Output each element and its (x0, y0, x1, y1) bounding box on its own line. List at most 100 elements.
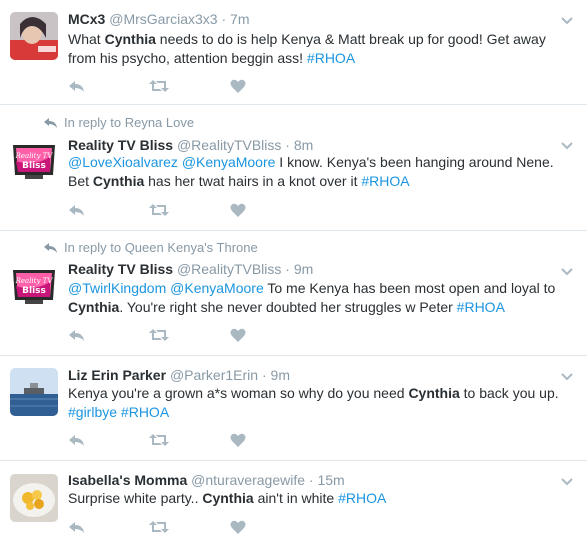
highlighted-term: Cynthia (92, 173, 145, 189)
reply-arrow-icon[interactable] (68, 78, 86, 99)
heart-icon[interactable] (230, 432, 246, 453)
text-segment: Kenya you're a grown a*s woman so why do… (68, 385, 409, 401)
hashtag-link[interactable]: #RHOA (361, 173, 409, 189)
logo-text-bottom: Bliss (22, 161, 46, 171)
timestamp[interactable]: 9m (294, 261, 313, 277)
tweet-header: Liz Erin Parker @Parker1Erin · 9m (68, 367, 290, 383)
user-handle[interactable]: @RealityTVBliss (177, 137, 281, 153)
display-name[interactable]: Liz Erin Parker (68, 367, 166, 383)
reality-tv-bliss-logo[interactable]: Reality TV Bliss (10, 137, 58, 185)
reply-context-arrow-icon (44, 240, 64, 255)
tweet-text-line: Surprise white party.. Cynthia ain't in … (68, 489, 578, 508)
tweet-text-line: Cynthia. You're right she never doubted … (68, 298, 578, 317)
tweet-text-line: Bet Cynthia has her twat hairs in a knot… (68, 172, 578, 191)
timestamp[interactable]: 9m (271, 367, 290, 383)
tweet-header: Reality TV Bliss @RealityTVBliss · 8m (68, 137, 313, 153)
tweet-text: What Cynthia needs to do is help Kenya &… (68, 30, 578, 68)
tweet-text-line: #girlbye #RHOA (68, 403, 578, 422)
timestamp[interactable]: 8m (294, 137, 313, 153)
food-plate-avatar[interactable] (10, 474, 58, 522)
mention-link[interactable]: @KenyaMoore (170, 280, 264, 296)
tweet[interactable]: In reply to Reyna Love Reality TV Bliss … (0, 105, 587, 231)
tweet-feed: MCx3 @MrsGarciax3x3 · 7m What Cynthia ne… (0, 0, 587, 543)
chevron-down-icon[interactable] (561, 137, 573, 155)
retweet-icon[interactable] (148, 432, 170, 453)
user-handle[interactable]: @Parker1Erin (170, 367, 258, 383)
separator-dot: · (261, 367, 267, 383)
text-segment: To me Kenya has been most open and loyal… (263, 280, 556, 296)
reply-context[interactable]: In reply to Reyna Love (44, 115, 194, 130)
display-name[interactable]: Isabella's Momma (68, 472, 187, 488)
chevron-down-icon[interactable] (561, 473, 573, 491)
display-name[interactable]: MCx3 (68, 11, 105, 27)
text-segment: Surprise white party.. (68, 490, 203, 506)
mention-link[interactable]: @TwirlKingdom (68, 280, 166, 296)
reality-tv-bliss-logo[interactable]: Reality TV Bliss (10, 262, 58, 310)
separator-dot: · (285, 137, 290, 153)
chevron-down-icon[interactable] (561, 368, 573, 386)
chevron-down-icon[interactable] (561, 263, 573, 281)
timestamp[interactable]: 15m (317, 472, 344, 488)
tweet[interactable]: MCx3 @MrsGarciax3x3 · 7m What Cynthia ne… (0, 0, 587, 105)
tweet-text: Kenya you're a grown a*s woman so why do… (68, 384, 578, 422)
text-segment: ain't in white (253, 490, 339, 506)
heart-icon[interactable] (230, 202, 246, 223)
tweet-text-line: from his psycho, attention beggin ass! #… (68, 49, 578, 68)
reply-arrow-icon[interactable] (68, 432, 86, 453)
reply-arrow-icon[interactable] (68, 327, 86, 348)
highlighted-term: Cynthia (68, 299, 120, 315)
mention-link[interactable]: @KenyaMoore (182, 154, 276, 170)
hashtag-link[interactable]: #RHOA (121, 404, 169, 420)
separator-dot: · (221, 11, 227, 27)
highlighted-term: Cynthia (104, 31, 156, 47)
hashtag-link[interactable]: #RHOA (307, 50, 355, 66)
text-segment: What (68, 31, 105, 47)
tweet-text-line: @TwirlKingdom @KenyaMoore To me Kenya ha… (68, 279, 578, 298)
text-segment: needs to do is help Kenya & Matt break u… (155, 31, 546, 47)
tweet-text-line: Kenya you're a grown a*s woman so why do… (68, 384, 578, 403)
highlighted-term: Cynthia (408, 385, 460, 401)
tweet[interactable]: In reply to Queen Kenya's Throne Reality… (0, 231, 587, 356)
reply-context-text[interactable]: In reply to Reyna Love (64, 115, 194, 130)
reply-context-arrow-icon (44, 115, 64, 130)
highlighted-term: Cynthia (202, 490, 254, 506)
tweet-header: MCx3 @MrsGarciax3x3 · 7m (68, 11, 250, 27)
user-avatar[interactable] (10, 12, 58, 60)
heart-icon[interactable] (230, 78, 246, 99)
ship-photo-avatar[interactable] (10, 368, 58, 416)
hashtag-link[interactable]: #girlbye (68, 404, 117, 420)
reply-arrow-icon[interactable] (68, 202, 86, 223)
retweet-icon[interactable] (148, 519, 170, 540)
hashtag-link[interactable]: #RHOA (338, 490, 386, 506)
mention-link[interactable]: @LoveXioalvarez (68, 154, 178, 170)
tweet[interactable]: Liz Erin Parker @Parker1Erin · 9m Kenya … (0, 356, 587, 461)
heart-icon[interactable] (230, 327, 246, 348)
tweet[interactable]: Isabella's Momma @nturaveragewife · 15m … (0, 461, 587, 543)
text-segment: . You're right she never doubted her str… (119, 299, 457, 315)
timestamp[interactable]: 7m (230, 11, 249, 27)
logo-text-top: Reality TV (15, 152, 54, 160)
hashtag-link[interactable]: #RHOA (457, 299, 505, 315)
display-name[interactable]: Reality TV Bliss (68, 137, 173, 153)
user-handle[interactable]: @RealityTVBliss (177, 261, 281, 277)
retweet-icon[interactable] (148, 327, 170, 348)
user-handle[interactable]: @MrsGarciax3x3 (109, 11, 217, 27)
retweet-icon[interactable] (148, 78, 170, 99)
reply-context-text[interactable]: In reply to Queen Kenya's Throne (64, 240, 258, 255)
reply-context[interactable]: In reply to Queen Kenya's Throne (44, 240, 258, 255)
tweet-header: Isabella's Momma @nturaveragewife · 15m (68, 472, 345, 488)
separator-dot: · (285, 261, 290, 277)
retweet-icon[interactable] (148, 202, 170, 223)
text-segment: from his psycho, attention beggin ass! (68, 50, 307, 66)
tweet-text: Surprise white party.. Cynthia ain't in … (68, 489, 578, 508)
text-segment: to back you up. (459, 385, 559, 401)
chevron-down-icon[interactable] (561, 12, 573, 30)
display-name[interactable]: Reality TV Bliss (68, 261, 173, 277)
reply-arrow-icon[interactable] (68, 519, 86, 540)
heart-icon[interactable] (230, 519, 246, 540)
tweet-header: Reality TV Bliss @RealityTVBliss · 9m (68, 261, 313, 277)
tweet-text-line: What Cynthia needs to do is help Kenya &… (68, 30, 578, 49)
text-segment: I know. Kenya's been hanging around Nene… (275, 154, 554, 170)
user-handle[interactable]: @nturaveragewife (191, 472, 305, 488)
logo-text-top: Reality TV (15, 277, 54, 285)
